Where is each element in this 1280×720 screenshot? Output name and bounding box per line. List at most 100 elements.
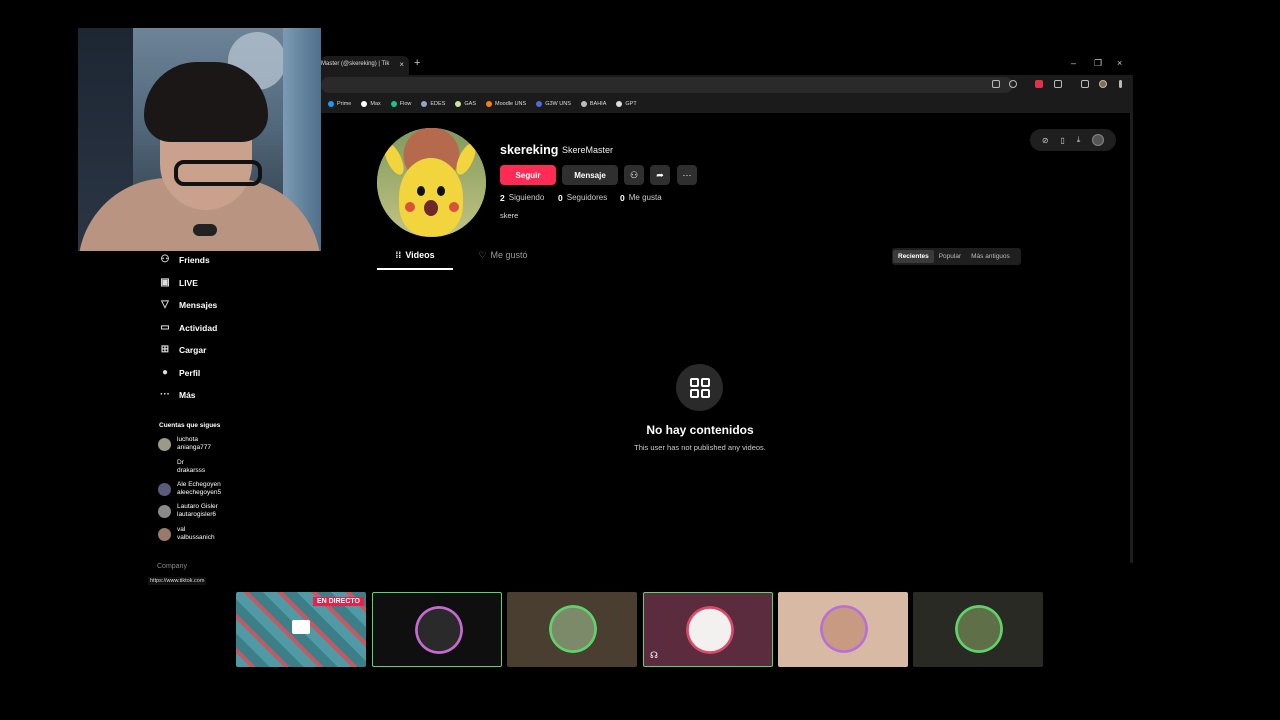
following-account-item[interactable]: Lautaro Gisler lautarogisler6 xyxy=(158,503,218,519)
minimize-button[interactable]: – xyxy=(1071,58,1076,68)
followers-count: 0 xyxy=(558,193,563,203)
sort-recent[interactable]: Recientes xyxy=(893,250,934,263)
avatar-eye-left xyxy=(417,186,425,196)
account-text: Ale Echegoyen aleechegoyen5 xyxy=(177,481,221,497)
tab-search-icon[interactable] xyxy=(1081,80,1089,88)
account-name: Dr xyxy=(177,459,184,466)
sort-oldest[interactable]: Más antiguos xyxy=(966,250,1015,263)
bookmark-label: G3W UNS xyxy=(545,101,571,107)
sort-popular[interactable]: Popular xyxy=(934,250,966,263)
bookmark-star-icon[interactable] xyxy=(1009,80,1017,88)
sidebar-item-mensajes[interactable]: ▽ Mensajes xyxy=(159,299,217,310)
account-text: Lautaro Gisler lautarogisler6 xyxy=(177,503,218,519)
bookmark-favicon-icon xyxy=(361,101,368,107)
profile-avatar-icon[interactable] xyxy=(1099,80,1107,88)
extensions-puzzle-icon[interactable] xyxy=(1054,80,1062,88)
sidebar-item-cargar[interactable]: ⊞ Cargar xyxy=(159,344,207,355)
tab-liked[interactable]: ♡ Me gustó xyxy=(465,250,541,270)
account-name: Lautaro Gisler xyxy=(177,503,218,510)
followers-label: Seguidores xyxy=(566,193,608,202)
status-url: https://www.tiktok.com xyxy=(148,577,207,585)
bookmark-item[interactable]: Prime xyxy=(328,101,351,107)
following-account-item[interactable]: Ale Echegoyen aleechegoyen5 xyxy=(158,481,221,497)
download-icon[interactable]: ⤓ xyxy=(1077,135,1081,145)
profile-bio: skere xyxy=(500,211,519,220)
sidebar-item-más[interactable]: ··· Más xyxy=(159,389,196,400)
bookmark-item[interactable]: GPT xyxy=(616,101,637,107)
sidebar-item-actividad[interactable]: ▭ Actividad xyxy=(159,322,217,333)
pixel-avatar xyxy=(547,601,599,657)
maximize-button[interactable]: ❐ xyxy=(1094,58,1102,69)
account-handle: drakarsss xyxy=(177,467,206,474)
footer-company-link[interactable]: Company xyxy=(157,563,187,570)
follow-button[interactable]: Seguir xyxy=(500,165,556,185)
followers-stat[interactable]: 0 Seguidores xyxy=(558,193,607,203)
share-button[interactable]: ➦ xyxy=(650,165,670,185)
bookmark-favicon-icon xyxy=(536,101,543,107)
avatar-mouth xyxy=(424,200,438,216)
bookmark-item[interactable]: Moodle UNS xyxy=(486,101,526,107)
stream-tile-avatar xyxy=(372,592,502,667)
sidebar-item-label: Friends xyxy=(179,254,210,265)
bookmark-favicon-icon xyxy=(421,101,428,107)
extension-icon[interactable] xyxy=(1035,80,1043,88)
avatar-eye-right xyxy=(437,186,445,196)
following-account-item[interactable]: luchota anianga777 xyxy=(158,436,211,452)
bookmark-label: Max xyxy=(370,101,381,107)
grid-icon: ⁞⁞ xyxy=(395,250,402,260)
browser-tab[interactable]: Master (@skereking) | Tik × xyxy=(321,56,409,75)
scrollbar[interactable] xyxy=(1130,113,1133,563)
bookmark-item[interactable]: G3W UNS xyxy=(536,101,571,107)
bookmark-item[interactable]: BAHIA xyxy=(580,101,606,107)
bookmark-item[interactable]: EDES xyxy=(421,101,445,107)
empty-state-title: No hay contenidos xyxy=(646,423,754,437)
sidebar-item-label: Mensajes xyxy=(179,299,218,310)
profile-icon: ● xyxy=(161,367,169,378)
avatar xyxy=(158,482,171,496)
menu-dots-icon[interactable] xyxy=(1119,80,1122,88)
sidebar-item-label: Más xyxy=(179,389,196,400)
sidebar-item-friends[interactable]: ⚇ Friends xyxy=(159,254,210,265)
following-account-item[interactable]: Dr drakarsss xyxy=(158,459,205,475)
following-account-item[interactable]: val valbussanich xyxy=(158,526,215,542)
device-icon[interactable]: ▯ xyxy=(1060,136,1064,145)
tab-videos-label: Videos xyxy=(405,250,435,260)
bookmark-label: Prime xyxy=(337,101,352,107)
following-count: 2 xyxy=(500,193,505,203)
sidebar-item-live[interactable]: ▣ LIVE xyxy=(159,277,198,288)
tab-strip xyxy=(321,52,1133,75)
tab-close-icon[interactable]: × xyxy=(399,60,404,69)
tab-videos[interactable]: ⁞⁞ Videos xyxy=(377,250,453,270)
stream-tile-avatar: ☊ xyxy=(643,592,773,667)
upload-icon: ⊞ xyxy=(160,344,170,355)
likes-count: 0 xyxy=(620,193,625,203)
cast-icon[interactable] xyxy=(992,80,1000,88)
bookmark-label: Moodle UNS xyxy=(495,101,527,107)
coin-icon[interactable]: ⊘ xyxy=(1042,136,1049,145)
bookmark-item[interactable]: Flow xyxy=(390,101,411,107)
profile-avatar[interactable] xyxy=(377,128,486,237)
account-text: val valbussanich xyxy=(177,526,215,542)
new-tab-button[interactable]: + xyxy=(414,57,420,69)
bookmark-favicon-icon xyxy=(580,101,587,107)
suggested-accounts-button[interactable]: ⚇ xyxy=(624,165,644,185)
message-button[interactable]: Mensaje xyxy=(562,165,618,185)
bookmark-label: EDES xyxy=(430,101,446,107)
user-avatar[interactable] xyxy=(1092,134,1105,146)
sidebar-item-perfil[interactable]: ● Perfil xyxy=(159,367,200,378)
address-bar[interactable] xyxy=(321,77,1013,93)
close-window-button[interactable]: × xyxy=(1117,58,1122,68)
following-stat[interactable]: 2 Siguiendo xyxy=(500,193,544,203)
share-icon: ➦ xyxy=(656,169,664,180)
bookmark-favicon-icon xyxy=(486,101,492,107)
glasses xyxy=(174,160,262,186)
sort-toggle: Recientes Popular Más antiguos xyxy=(892,248,1021,265)
account-text: luchota anianga777 xyxy=(177,436,211,452)
bookmark-item[interactable]: GAS xyxy=(455,101,476,107)
more-options-button[interactable]: ··· xyxy=(677,165,697,185)
pixel-avatar xyxy=(818,601,870,657)
ellipsis-icon: ··· xyxy=(682,170,692,180)
pixel-avatar xyxy=(684,602,736,658)
bookmark-item[interactable]: Max xyxy=(361,101,381,107)
sidebar-item-label: Perfil xyxy=(179,367,201,378)
